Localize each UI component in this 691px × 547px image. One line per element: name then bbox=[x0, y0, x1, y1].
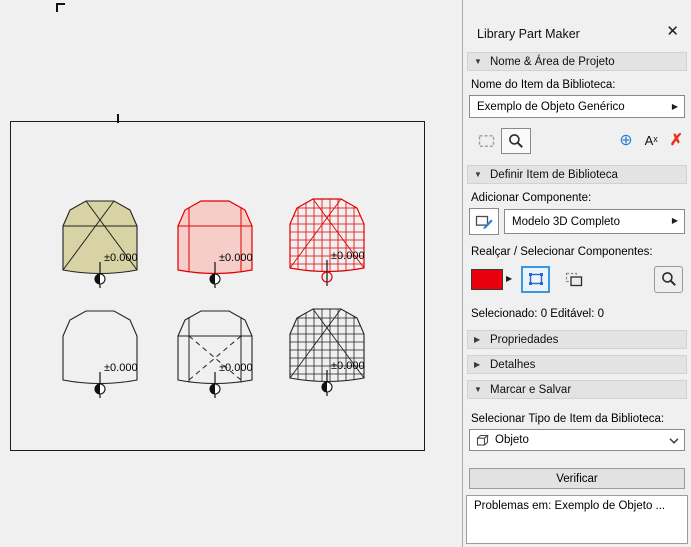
library-item-name-dropdown[interactable]: Exemplo de Objeto Genérico ▶ bbox=[469, 95, 685, 118]
origin-marker-icon bbox=[321, 370, 333, 396]
library-part-maker-panel: Library Part Maker ✕ ▼ Nome & Área de Pr… bbox=[462, 0, 691, 547]
origin-marker-icon bbox=[209, 262, 221, 288]
symbol-frame-button[interactable] bbox=[471, 128, 501, 154]
component-edit-icon bbox=[475, 215, 493, 229]
selection-status: Selecionado: 0 Editável: 0 bbox=[471, 308, 604, 320]
rename-icon[interactable]: Aˣ bbox=[645, 134, 658, 147]
drawing-canvas[interactable]: ±0.000 ±0.000 ±0.000 ±0.000 ±0.000 ±0.00… bbox=[0, 0, 462, 547]
origin-marker-icon bbox=[321, 260, 333, 286]
section-label: Detalhes bbox=[490, 358, 536, 371]
elevation-label: ±0.000 bbox=[219, 252, 253, 264]
object-icon bbox=[476, 434, 489, 446]
preview-2d-symbol-plain[interactable]: ±0.000 bbox=[58, 306, 168, 414]
multi-select-button[interactable] bbox=[559, 266, 588, 293]
highlight-select-label: Realçar / Selecionar Componentes: bbox=[471, 246, 653, 258]
component-type-value: Modelo 3D Completo bbox=[512, 215, 621, 228]
origin-marker-icon bbox=[94, 262, 106, 288]
section-header-propriedades[interactable]: ▶ Propriedades bbox=[467, 330, 687, 349]
section-header-nome-area[interactable]: ▼ Nome & Área de Projeto bbox=[467, 52, 687, 71]
component-row: Modelo 3D Completo ▶ bbox=[469, 208, 685, 235]
ruler-corner-mark bbox=[56, 3, 65, 12]
triangle-right-icon: ▶ bbox=[474, 359, 481, 369]
name-toolbar: ⊕ Aˣ ✗ bbox=[471, 127, 683, 154]
elevation-label: ±0.000 bbox=[331, 250, 365, 262]
origin-marker-icon bbox=[209, 372, 221, 398]
origin-marker-icon bbox=[94, 372, 106, 398]
highlight-color-swatch[interactable] bbox=[471, 268, 503, 290]
preview-zoom-button[interactable] bbox=[501, 127, 531, 154]
origin-tick bbox=[117, 114, 119, 123]
triangle-down-icon: ▼ bbox=[474, 56, 482, 66]
section-header-detalhes[interactable]: ▶ Detalhes bbox=[467, 355, 687, 374]
flyout-arrow-icon: ▶ bbox=[671, 102, 678, 111]
add-component-label: Adicionar Componente: bbox=[471, 192, 592, 204]
section-header-marcar-salvar[interactable]: ▼ Marcar e Salvar bbox=[467, 380, 687, 399]
magnifier-icon bbox=[661, 272, 676, 286]
zoom-to-selection-button[interactable] bbox=[654, 265, 683, 293]
edit-component-button[interactable] bbox=[469, 208, 499, 235]
marquee-select-icon bbox=[528, 273, 543, 285]
elevation-label: ±0.000 bbox=[331, 360, 365, 372]
preview-2d-symbol-filled[interactable]: ±0.000 bbox=[58, 196, 168, 304]
magnifier-icon bbox=[509, 133, 523, 148]
elevation-label: ±0.000 bbox=[219, 362, 253, 374]
preview-3d-mesh-wireframe[interactable]: ±0.000 bbox=[285, 304, 395, 412]
section-label: Propriedades bbox=[490, 333, 559, 346]
select-components-button[interactable] bbox=[521, 265, 551, 293]
flyout-arrow-icon: ▶ bbox=[671, 216, 678, 225]
verify-button[interactable]: Verificar bbox=[469, 468, 685, 489]
close-icon[interactable]: ✕ bbox=[666, 24, 679, 39]
section-label: Definir Item de Biblioteca bbox=[490, 168, 618, 181]
delete-icon[interactable]: ✗ bbox=[670, 132, 683, 149]
section-label: Nome & Área de Projeto bbox=[490, 55, 615, 68]
panel-title: Library Part Maker bbox=[477, 27, 580, 41]
library-type-label: Selecionar Tipo de Item da Biblioteca: bbox=[471, 413, 665, 425]
highlight-row: ▶ bbox=[471, 264, 683, 294]
elevation-label: ±0.000 bbox=[104, 362, 138, 374]
add-icon[interactable]: ⊕ bbox=[619, 132, 632, 149]
chevron-down-icon bbox=[669, 438, 679, 444]
item-name-label: Nome do Item da Biblioteca: bbox=[471, 79, 616, 91]
preview-3d-mesh-highlight[interactable]: ±0.000 bbox=[285, 194, 395, 302]
overlapping-rects-icon bbox=[565, 272, 582, 286]
panel-titlebar: Library Part Maker ✕ bbox=[463, 0, 691, 46]
triangle-right-icon: ▶ bbox=[474, 334, 481, 344]
triangle-down-icon: ▼ bbox=[474, 384, 482, 394]
name-actions: ⊕ Aˣ ✗ bbox=[619, 132, 683, 149]
elevation-label: ±0.000 bbox=[104, 252, 138, 264]
library-item-name-value: Exemplo de Objeto Genérico bbox=[477, 100, 625, 113]
library-type-value: Objeto bbox=[495, 434, 529, 446]
library-type-select[interactable]: Objeto bbox=[469, 429, 685, 451]
problems-list[interactable]: Problemas em: Exemplo de Objeto ... bbox=[466, 495, 688, 544]
section-label: Marcar e Salvar bbox=[490, 383, 572, 396]
problems-text: Problemas em: Exemplo de Objeto ... bbox=[474, 500, 666, 512]
flyout-arrow-icon[interactable]: ▶ bbox=[506, 275, 512, 283]
component-type-dropdown[interactable]: Modelo 3D Completo ▶ bbox=[504, 209, 685, 234]
preview-3d-model-wireframe[interactable]: ±0.000 bbox=[173, 306, 283, 414]
preview-3d-model-filled[interactable]: ±0.000 bbox=[173, 196, 283, 304]
dashed-rect-icon bbox=[478, 134, 494, 147]
section-header-definir[interactable]: ▼ Definir Item de Biblioteca bbox=[467, 165, 687, 184]
triangle-down-icon: ▼ bbox=[474, 169, 482, 179]
